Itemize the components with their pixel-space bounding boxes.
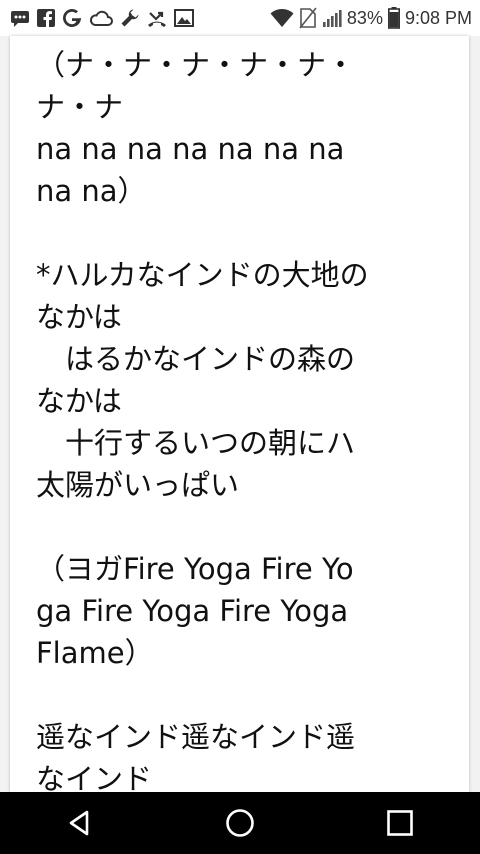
google-icon: [62, 8, 82, 28]
lyrics-text: （ナ・ナ・ナ・ナ・ナ・ナ・ナ na na na na na na na na n…: [36, 48, 369, 792]
navigation-bar: [0, 792, 480, 854]
missed-call-icon: [147, 8, 167, 28]
status-bar: 83% 9:08 PM: [0, 0, 480, 36]
clock: 9:08 PM: [404, 7, 472, 28]
no-sim-icon: [299, 7, 317, 29]
messages-icon: [10, 9, 30, 27]
back-button[interactable]: [50, 798, 110, 848]
home-icon: [226, 809, 254, 837]
wifi-icon: [270, 8, 294, 28]
notification-icons: [10, 8, 201, 28]
battery-percent: 83%: [346, 7, 383, 28]
lyrics-card[interactable]: （ナ・ナ・ナ・ナ・ナ・ナ・ナ na na na na na na na na n…: [10, 36, 469, 792]
back-icon: [69, 810, 89, 836]
recents-button[interactable]: [370, 798, 430, 848]
cloud-icon: [89, 9, 113, 27]
gallery-icon: [174, 9, 194, 27]
facebook-icon: [37, 9, 55, 27]
wrench-icon: [120, 8, 140, 28]
recents-icon: [387, 810, 413, 836]
signal-icon: [322, 8, 342, 28]
battery-icon: [387, 7, 400, 29]
home-button[interactable]: [210, 798, 270, 848]
system-icons: 83% 9:08 PM: [265, 7, 472, 29]
